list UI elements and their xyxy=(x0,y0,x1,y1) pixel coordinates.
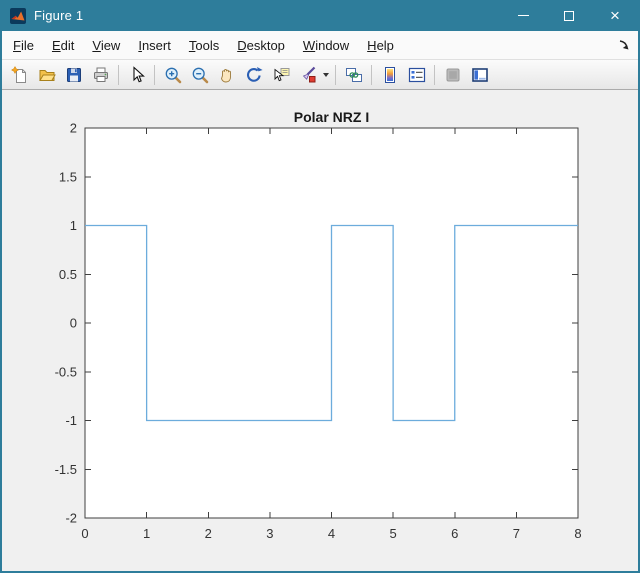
hide-plot-tools-icon xyxy=(446,68,459,81)
y-tick-label: 0 xyxy=(70,316,77,331)
y-tick-label: -0.5 xyxy=(55,364,77,379)
plot-area: 0 1 2 3 4 5 6 7 8 -2 -1.5 -1 -0.5 0 0.5 1 1.5 2 Polar NRZ … xyxy=(55,109,582,541)
brush-data-button[interactable] xyxy=(294,62,321,87)
y-tick-label: -1 xyxy=(65,413,77,428)
brush-icon xyxy=(302,66,315,82)
menu-item-insert[interactable]: Insert xyxy=(129,33,180,58)
x-tick-label: 7 xyxy=(513,526,520,541)
menu-item-tools[interactable]: Tools xyxy=(180,33,228,58)
y-tick-label: -1.5 xyxy=(55,462,77,477)
window-title: Figure 1 xyxy=(34,8,84,23)
hide-plot-tools-button[interactable] xyxy=(439,62,466,87)
pan-hand-icon xyxy=(220,68,231,82)
show-plot-tools-button[interactable] xyxy=(466,62,493,87)
zoom-in-button[interactable] xyxy=(159,62,186,87)
menu-item-desktop[interactable]: Desktop xyxy=(228,33,294,58)
save-figure-button[interactable] xyxy=(60,62,87,87)
y-tick-label: 0.5 xyxy=(59,267,77,282)
insert-colorbar-button[interactable] xyxy=(376,62,403,87)
insert-legend-button[interactable] xyxy=(403,62,430,87)
link-plot-button[interactable] xyxy=(340,62,367,87)
pan-button[interactable] xyxy=(213,62,240,87)
x-tick-label: 1 xyxy=(143,526,150,541)
zoom-in-icon xyxy=(165,67,181,83)
minimize-button[interactable] xyxy=(500,0,546,31)
menu-item-view[interactable]: View xyxy=(83,33,129,58)
x-tick-label: 6 xyxy=(451,526,458,541)
x-tick-label: 3 xyxy=(266,526,273,541)
open-file-button[interactable] xyxy=(33,62,60,87)
dropdown-caret-icon xyxy=(323,72,329,77)
open-folder-icon xyxy=(38,69,56,81)
menu-item-file[interactable]: File xyxy=(4,33,43,58)
dock-arrow-icon xyxy=(619,40,629,50)
toolbar-separator xyxy=(434,64,435,85)
menu-item-help[interactable]: Help xyxy=(358,33,403,58)
menu-items: File Edit View Insert Tools Desktop Window Help xyxy=(4,33,403,58)
figure-window: Figure 1 × File Edit View Insert Tools Deskto… xyxy=(0,0,640,573)
pointer-arrow-icon xyxy=(132,65,145,82)
x-tick-label: 5 xyxy=(390,526,397,541)
new-file-button[interactable] xyxy=(6,62,33,87)
close-button[interactable]: × xyxy=(592,0,638,31)
legend-icon xyxy=(408,67,425,82)
y-tick-label: -2 xyxy=(65,511,77,526)
brush-dropdown-button[interactable] xyxy=(321,62,331,87)
colorbar-icon xyxy=(384,66,395,83)
x-tick-label: 2 xyxy=(205,526,212,541)
toolbar-separator xyxy=(371,64,372,85)
plot-title: Polar NRZ I xyxy=(294,109,369,125)
caption-buttons: × xyxy=(500,0,638,31)
toolbar xyxy=(2,60,638,90)
close-icon: × xyxy=(610,6,620,25)
link-plot-icon xyxy=(345,67,362,82)
data-cursor-icon xyxy=(274,67,289,81)
dock-figure-button[interactable] xyxy=(617,38,631,52)
zoom-out-button[interactable] xyxy=(186,62,213,87)
titlebar[interactable]: Figure 1 × xyxy=(2,0,638,31)
zoom-out-icon xyxy=(192,67,208,83)
y-tick-label: 2 xyxy=(70,121,77,136)
x-tick-label: 0 xyxy=(81,526,88,541)
x-tick-label: 8 xyxy=(574,526,581,541)
y-tick-label: 1.5 xyxy=(59,169,77,184)
new-file-icon xyxy=(10,65,26,83)
printer-icon xyxy=(93,67,108,82)
toolbar-separator xyxy=(335,64,336,85)
toolbar-separator xyxy=(154,64,155,85)
y-tick-label: 1 xyxy=(70,218,77,233)
data-cursor-button[interactable] xyxy=(267,62,294,87)
print-figure-button[interactable] xyxy=(87,62,114,87)
menu-item-edit[interactable]: Edit xyxy=(43,33,83,58)
x-tick-label: 4 xyxy=(328,526,335,541)
minimize-icon xyxy=(517,15,529,16)
save-floppy-icon xyxy=(66,67,81,82)
rotate-3d-icon xyxy=(246,66,263,82)
maximize-button[interactable] xyxy=(546,0,592,31)
rotate-3d-button[interactable] xyxy=(240,62,267,87)
menu-item-window[interactable]: Window xyxy=(294,33,358,58)
maximize-icon xyxy=(564,10,574,21)
figure-canvas: 0 1 2 3 4 5 6 7 8 -2 -1.5 -1 -0.5 0 0.5 1 1.5 2 Polar NRZ … xyxy=(2,90,638,571)
menubar: File Edit View Insert Tools Desktop Window Help xyxy=(2,31,638,60)
edit-plot-pointer-button[interactable] xyxy=(123,62,150,87)
show-plot-tools-icon xyxy=(471,67,488,82)
toolbar-separator xyxy=(118,64,119,85)
matlab-logo-icon xyxy=(10,7,26,24)
